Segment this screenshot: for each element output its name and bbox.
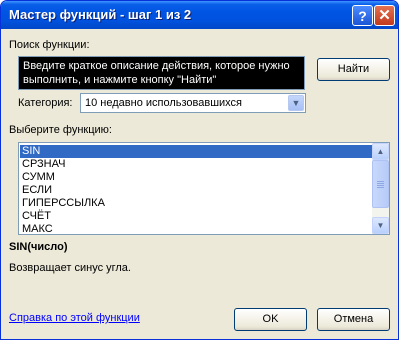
- help-icon[interactable]: ?: [352, 5, 373, 26]
- function-list-item[interactable]: СЧЁТ: [20, 210, 372, 223]
- scroll-up-icon[interactable]: ▲: [372, 143, 389, 160]
- search-description-input[interactable]: Введите краткое описание действия, котор…: [18, 56, 305, 90]
- category-select[interactable]: 10 недавно использовавшихся ▼: [80, 93, 306, 113]
- category-selected-value: 10 недавно использовавшихся: [85, 97, 243, 109]
- function-listbox[interactable]: SIN СРЗНАЧ СУММ ЕСЛИ ГИПЕРССЫЛКА СЧЁТ МА…: [18, 142, 390, 235]
- category-label: Категория:: [18, 97, 73, 109]
- function-list-item[interactable]: СУММ: [20, 171, 372, 184]
- function-list-item[interactable]: МАКС: [20, 223, 372, 234]
- function-help-link[interactable]: Справка по этой функции: [9, 312, 140, 324]
- scrollbar-thumb[interactable]: [372, 160, 389, 208]
- cancel-button[interactable]: Отмена: [317, 308, 390, 331]
- function-description: Возвращает синус угла.: [9, 262, 131, 274]
- function-list-label: Выберите функцию:: [9, 124, 112, 136]
- function-signature: SIN(число): [9, 241, 68, 253]
- scroll-down-icon[interactable]: ▼: [372, 217, 389, 234]
- function-list-item[interactable]: СРЗНАЧ: [20, 158, 372, 171]
- title-bar[interactable]: Мастер функций - шаг 1 из 2 ? ✕: [1, 1, 398, 29]
- function-list-item[interactable]: ГИПЕРССЫЛКА: [20, 197, 372, 210]
- window-title: Мастер функций - шаг 1 из 2: [9, 7, 192, 22]
- search-label: Поиск функции:: [9, 39, 90, 51]
- function-wizard-dialog: Мастер функций - шаг 1 из 2 ? ✕ Поиск фу…: [0, 0, 399, 340]
- chevron-down-icon[interactable]: ▼: [288, 95, 304, 111]
- close-icon[interactable]: ✕: [374, 5, 395, 26]
- ok-button[interactable]: OK: [234, 308, 307, 331]
- function-list-item[interactable]: SIN: [20, 145, 372, 158]
- find-button[interactable]: Найти: [317, 58, 390, 81]
- function-list-item[interactable]: ЕСЛИ: [20, 184, 372, 197]
- function-list-scrollbar[interactable]: ▲ ▼: [372, 143, 389, 234]
